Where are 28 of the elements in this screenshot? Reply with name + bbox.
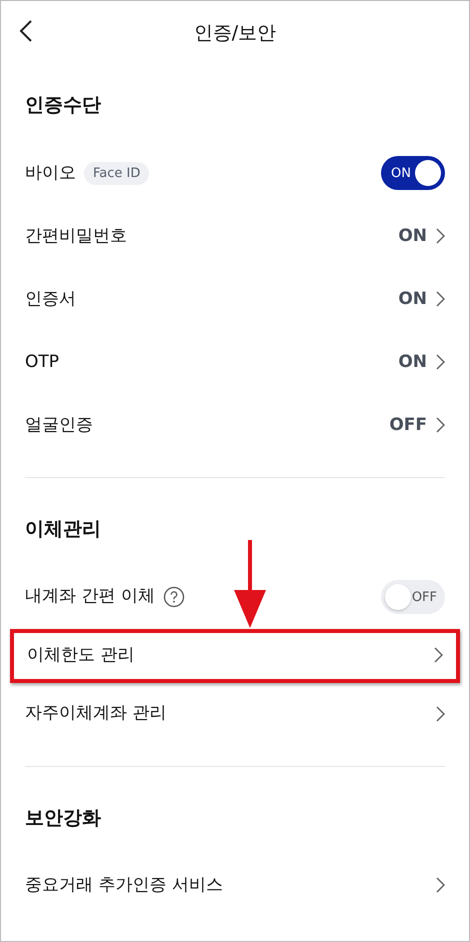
item-label: 인증서	[25, 288, 76, 311]
item-label: 얼굴인증	[25, 414, 93, 437]
chevron-icon	[435, 706, 445, 722]
tag-label: Face ID	[84, 162, 150, 186]
chevron-icon	[435, 354, 445, 370]
item-label: OTP	[25, 350, 60, 374]
back-icon	[19, 19, 33, 43]
status-link[interactable]: ON	[398, 350, 445, 376]
help-icon[interactable]	[162, 586, 185, 608]
status-link[interactable]: ON	[398, 224, 445, 250]
toggle-switch[interactable]: ON	[381, 156, 445, 190]
chevron-icon	[435, 417, 445, 434]
chevron-icon	[435, 228, 445, 244]
section-title: 이체관리	[24, 516, 102, 542]
section-title: 보안강화	[24, 806, 102, 831]
toggle-switch[interactable]: OFF	[381, 580, 445, 614]
status-link[interactable]: ON	[398, 286, 445, 312]
menu-item[interactable]: 자주이체계좌 관리	[1, 682, 469, 746]
menu-item[interactable]: 중요거래 추가인증 서비스	[1, 854, 469, 918]
page-title: 인증/보안	[194, 21, 276, 46]
chevron-icon	[435, 291, 445, 308]
item-label: 내계좌 간편 이체	[25, 585, 155, 608]
item-label: 바이오	[25, 162, 76, 185]
status-link[interactable]: OFF	[389, 412, 445, 438]
item-label: 간편비밀번호	[25, 224, 127, 248]
chevron-icon	[433, 647, 443, 664]
chevron-icon	[435, 877, 445, 894]
section-title: 인증수단	[24, 93, 102, 118]
